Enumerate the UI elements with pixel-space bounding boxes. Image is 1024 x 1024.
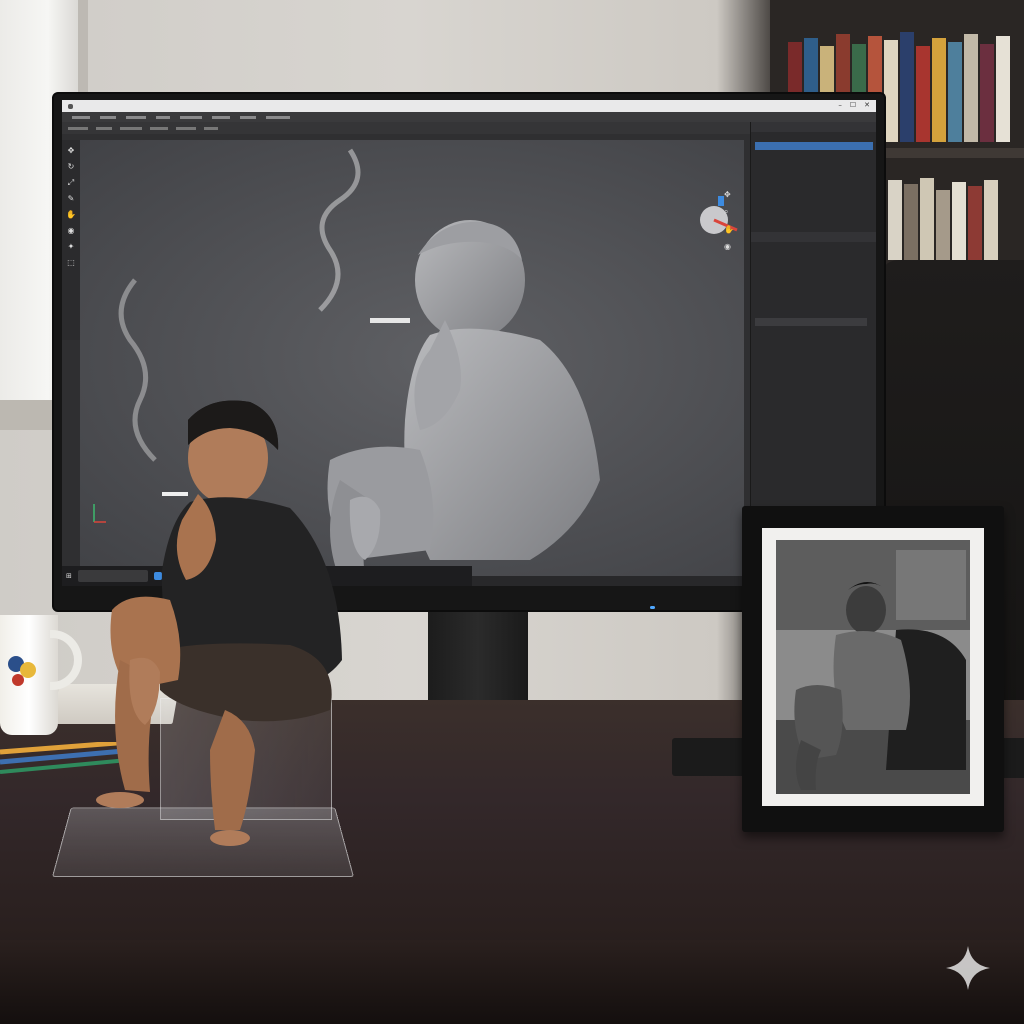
smoke-wisp <box>318 148 361 312</box>
black-and-white-photo <box>776 540 970 794</box>
property-row[interactable] <box>755 260 873 268</box>
minimize-icon[interactable]: – <box>838 101 842 109</box>
book <box>952 182 966 260</box>
tool-options-bar <box>62 122 752 134</box>
figurine <box>96 400 342 846</box>
book <box>932 38 946 142</box>
outliner-row[interactable] <box>755 134 873 142</box>
brush-icon[interactable]: ✎ <box>66 194 76 204</box>
zoom-icon[interactable]: ⌕ <box>724 207 734 217</box>
photo-image <box>776 540 970 794</box>
book <box>920 178 934 260</box>
outliner-row[interactable] <box>755 190 873 198</box>
hand-icon[interactable]: ✋ <box>66 210 76 220</box>
outliner-row[interactable] <box>755 166 873 174</box>
book <box>964 34 978 142</box>
start-icon[interactable]: ⊞ <box>66 572 72 580</box>
scene-outliner <box>755 134 873 198</box>
pan-icon[interactable]: ✋ <box>724 225 734 234</box>
property-row[interactable] <box>755 276 873 284</box>
outliner-row[interactable] <box>755 150 873 158</box>
menu-item[interactable] <box>126 115 146 119</box>
app-logo-icon <box>68 103 73 109</box>
camera-icon[interactable]: ◉ <box>724 242 734 251</box>
book <box>984 180 998 260</box>
book <box>980 44 994 142</box>
book <box>916 46 930 142</box>
close-icon[interactable]: ✕ <box>864 101 870 109</box>
navigate-icon[interactable]: ✥ <box>724 190 734 199</box>
menu-item[interactable] <box>156 115 170 119</box>
sparkle-icon <box>946 946 990 990</box>
maximize-icon[interactable]: ☐ <box>850 101 856 109</box>
properties-header <box>751 232 876 242</box>
toolbar-button[interactable] <box>68 126 88 130</box>
book <box>904 184 918 260</box>
menu-item[interactable] <box>180 115 202 119</box>
menu-item[interactable] <box>72 115 90 119</box>
title-bar: – ☐ ✕ <box>62 100 876 112</box>
book <box>884 40 898 142</box>
properties-list <box>755 244 873 292</box>
menu-item[interactable] <box>212 115 230 119</box>
desk-edge <box>0 940 1024 1024</box>
book <box>936 190 950 260</box>
camera-icon[interactable]: ◉ <box>66 226 76 236</box>
menu-item[interactable] <box>240 115 256 119</box>
book <box>996 36 1010 142</box>
desk-scene: – ☐ ✕ ✥ ↻ ⤢ ✎ ✋ ◉ ✦ ⬚ ✥ ⌕ ✋ ◉ ⊞ <box>0 0 1024 1024</box>
power-led <box>650 606 655 609</box>
property-field[interactable] <box>755 318 867 326</box>
rotate-icon[interactable]: ↻ <box>66 162 76 172</box>
toolbar-button[interactable] <box>96 126 112 130</box>
book <box>900 32 914 142</box>
property-row[interactable] <box>755 244 873 252</box>
toolbar-button[interactable] <box>120 126 142 130</box>
viewport-side-icons: ✥ ⌕ ✋ ◉ <box>724 190 734 251</box>
move-icon[interactable]: ✥ <box>66 146 76 156</box>
mug-illustration <box>8 656 36 686</box>
menu-item[interactable] <box>266 115 290 119</box>
scale-icon[interactable]: ⤢ <box>66 178 76 188</box>
orientation-gizmo[interactable] <box>692 190 742 240</box>
outliner-header <box>751 122 876 132</box>
menu-bar <box>62 112 876 122</box>
property-row[interactable] <box>755 268 873 276</box>
outliner-row-selected[interactable] <box>755 142 873 150</box>
book <box>968 186 982 260</box>
window-controls: – ☐ ✕ <box>838 101 870 109</box>
menu-item[interactable] <box>100 115 116 119</box>
book <box>888 180 902 260</box>
outliner-row[interactable] <box>755 174 873 182</box>
tool-palette: ✥ ↻ ⤢ ✎ ✋ ◉ ✦ ⬚ <box>62 140 80 340</box>
light-icon[interactable]: ✦ <box>66 242 76 252</box>
property-row[interactable] <box>755 252 873 260</box>
toolbar-button[interactable] <box>150 126 168 130</box>
outliner-row[interactable] <box>755 182 873 190</box>
outliner-row[interactable] <box>755 158 873 166</box>
toolbar-button[interactable] <box>204 126 218 130</box>
toolbar-button[interactable] <box>176 126 196 130</box>
property-row[interactable] <box>755 284 873 292</box>
select-icon[interactable]: ⬚ <box>66 258 76 268</box>
book <box>948 42 962 142</box>
book-row-bottom <box>888 176 998 260</box>
